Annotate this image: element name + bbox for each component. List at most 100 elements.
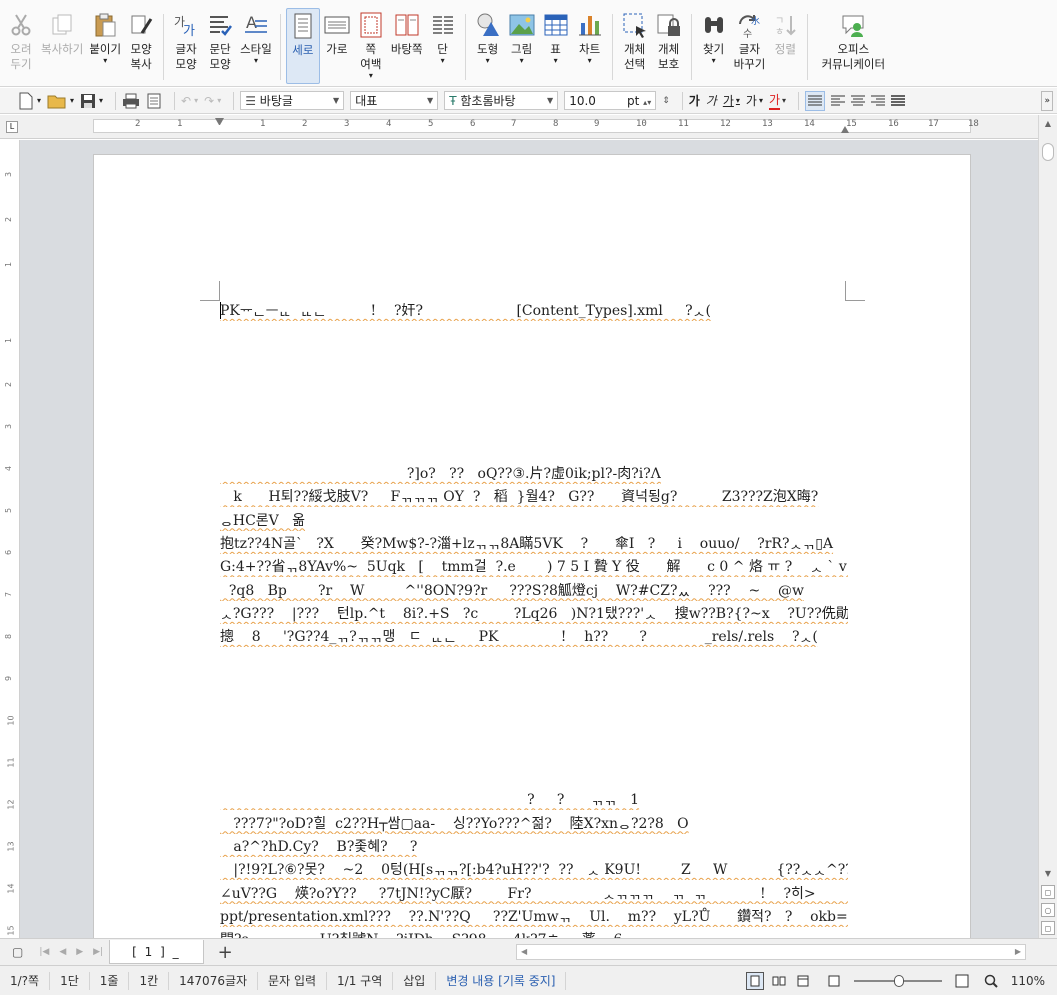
scroll-down-arrow-icon[interactable]: ▼ bbox=[1041, 867, 1055, 881]
status-track-changes[interactable]: 변경 내용 [기록 중지] bbox=[436, 971, 567, 990]
copy-button[interactable]: 복사하기 bbox=[38, 8, 86, 84]
align-justify-icon[interactable] bbox=[805, 90, 826, 111]
status-input-mode[interactable]: 문자 입력 bbox=[258, 971, 328, 990]
document-tab[interactable]: [ 1 ] _ bbox=[109, 940, 204, 964]
select-object-button[interactable]: 개체 선택 bbox=[618, 8, 652, 84]
italic-button[interactable]: 가 bbox=[706, 91, 717, 111]
zoom-slider[interactable] bbox=[853, 975, 942, 987]
scroll-up-arrow-icon[interactable]: ▲ bbox=[1041, 117, 1055, 131]
undo-icon[interactable]: ↶ ▾ bbox=[181, 91, 198, 111]
ruler-number: 10 bbox=[6, 715, 16, 726]
font-size-input[interactable]: 10.0 pt ▴▾ bbox=[564, 91, 657, 110]
char-shape-button[interactable]: 가가 글자 모양 bbox=[169, 8, 203, 84]
align-center-icon[interactable] bbox=[851, 91, 866, 111]
language-select[interactable]: 대표 ▼ bbox=[350, 91, 439, 110]
preview-icon[interactable] bbox=[146, 91, 162, 111]
chevron-down-icon: ▼ bbox=[427, 96, 434, 105]
align-left-icon[interactable] bbox=[831, 91, 846, 111]
paste-button[interactable]: 붙이기 ▾ bbox=[86, 8, 124, 84]
office-communicator-button[interactable]: 오피스 커뮤니케이터 bbox=[813, 8, 893, 84]
scroll-right-arrow-icon[interactable]: ▶ bbox=[1015, 947, 1021, 956]
distribute-icon[interactable] bbox=[891, 91, 906, 111]
prev-tab-arrow-icon[interactable]: ◀ bbox=[59, 947, 66, 957]
redo-icon[interactable]: ↷ ▾ bbox=[204, 91, 221, 111]
page-margin-dropdown-icon[interactable]: ▾ bbox=[369, 72, 373, 80]
page-view-icon[interactable] bbox=[745, 972, 764, 990]
master-page-button[interactable]: 바탕쪽 bbox=[388, 8, 426, 84]
first-tab-arrow-icon[interactable]: |◀ bbox=[39, 947, 49, 957]
indent-marker-right[interactable] bbox=[841, 126, 849, 133]
document-page[interactable]: PKᅲᆫᅳᆫᆫ ᆫᆫᆫ ! ?奸? [Content_Types].xml ?ᆺ… bbox=[93, 154, 971, 938]
style-select[interactable]: ☰ 바탕글 ▼ bbox=[240, 91, 345, 110]
svg-text:A: A bbox=[246, 13, 257, 32]
find-dropdown-icon[interactable]: ▾ bbox=[712, 57, 716, 65]
columns-dropdown-icon[interactable]: ▾ bbox=[441, 57, 445, 65]
status-insert-mode[interactable]: 삽입 bbox=[393, 971, 437, 990]
sort-button[interactable]: ㄱㅎ 정렬 bbox=[768, 8, 802, 84]
picture-dropdown-icon[interactable]: ▾ bbox=[520, 57, 524, 65]
ruler-number: 7 bbox=[511, 119, 517, 129]
portrait-button[interactable]: 세로 bbox=[285, 8, 320, 84]
last-tab-arrow-icon[interactable]: ▶| bbox=[93, 947, 103, 957]
status-page[interactable]: 1/?쪽 bbox=[0, 971, 51, 990]
replace-button[interactable]: 水수 글자 바꾸기 bbox=[731, 8, 769, 84]
vertical-ruler[interactable]: 3 2 1 1 2 3 4 5 6 7 8 9 10 11 12 13 14 15 bbox=[4, 140, 20, 938]
ruler-number: 4 bbox=[386, 119, 392, 129]
align-right-icon[interactable] bbox=[871, 91, 886, 111]
picture-button[interactable]: 그림 ▾ bbox=[505, 8, 539, 84]
next-tab-arrow-icon[interactable]: ▶ bbox=[76, 947, 83, 957]
toolbar-overflow-icon[interactable]: » bbox=[1041, 90, 1053, 111]
style-button[interactable]: A 스타일 ▾ bbox=[237, 8, 275, 84]
web-view-icon[interactable] bbox=[794, 972, 812, 990]
ruler-corner-icon[interactable]: L bbox=[6, 121, 18, 133]
style-dropdown-icon[interactable]: ▾ bbox=[254, 57, 258, 65]
zoom-level[interactable]: 110% bbox=[1003, 974, 1057, 988]
zoom-out-icon[interactable] bbox=[825, 972, 843, 990]
chart-dropdown-icon[interactable]: ▾ bbox=[588, 57, 592, 65]
format-copy-button[interactable]: 모양 복사 bbox=[124, 8, 158, 84]
horizontal-ruler[interactable]: L 2 1 1 2 3 4 5 6 7 8 9 10 11 12 13 14 15 16 17 18 bbox=[0, 115, 1057, 139]
open-folder-icon[interactable]: ▾ bbox=[47, 91, 74, 111]
chart-button[interactable]: 차트 ▾ bbox=[573, 8, 607, 84]
columns-button[interactable]: 단 ▾ bbox=[426, 8, 460, 84]
scroll-left-arrow-icon[interactable]: ◀ bbox=[521, 947, 527, 956]
size-stepper-icon[interactable]: ⇕ bbox=[662, 91, 670, 111]
select-browse-icon[interactable]: ○ bbox=[1041, 903, 1055, 917]
magnifier-icon[interactable] bbox=[982, 972, 1000, 990]
lock-icon bbox=[656, 12, 682, 38]
find-button[interactable]: 찾기 ▾ bbox=[697, 8, 731, 84]
ruler-number: 6 bbox=[470, 119, 476, 129]
spinner-icon[interactable]: ▴▾ bbox=[643, 98, 651, 107]
table-dropdown-icon[interactable]: ▾ bbox=[554, 57, 558, 65]
two-page-view-icon[interactable] bbox=[770, 972, 788, 990]
horizontal-scrollbar[interactable]: ◀ ▶ bbox=[516, 944, 1026, 960]
next-page-icon[interactable]: ◻ bbox=[1041, 921, 1055, 935]
page-margin-button[interactable]: 쪽 여백 ▾ bbox=[354, 8, 388, 84]
document-workarea[interactable]: PKᅲᆫᅳᆫᆫ ᆫᆫᆫ ! ?奸? [Content_Types].xml ?ᆺ… bbox=[20, 140, 1038, 938]
scroll-thumb[interactable] bbox=[1042, 143, 1054, 161]
landscape-button[interactable]: 가로 bbox=[320, 8, 354, 84]
cut-button[interactable]: 오려 두기 bbox=[4, 8, 38, 84]
save-icon[interactable]: ▾ bbox=[80, 91, 103, 111]
underline-button[interactable]: 가 ▾ bbox=[723, 91, 740, 111]
strike-button[interactable]: 가 ▾ bbox=[746, 91, 763, 111]
print-icon[interactable] bbox=[122, 91, 140, 111]
font-color-button[interactable]: 가 ▾ bbox=[768, 91, 786, 111]
font-color-label: 가 bbox=[768, 91, 781, 110]
bold-button[interactable]: 가 bbox=[689, 91, 700, 111]
paste-dropdown-icon[interactable]: ▾ bbox=[103, 57, 107, 65]
font-select[interactable]: Ŧ 함초롬바탕 ▼ bbox=[444, 91, 559, 110]
add-tab-button[interactable]: + bbox=[218, 942, 233, 963]
new-document-icon[interactable]: ▾ bbox=[18, 91, 41, 111]
zoom-slider-knob[interactable] bbox=[893, 975, 904, 987]
shape-dropdown-icon[interactable]: ▾ bbox=[486, 57, 490, 65]
zoom-in-icon[interactable] bbox=[953, 972, 971, 990]
memo-icon[interactable]: ▢ bbox=[12, 945, 23, 959]
table-button[interactable]: 표 ▾ bbox=[539, 8, 573, 84]
vertical-scrollbar[interactable]: ▲ ▼ ◻ ○ ◻ bbox=[1038, 115, 1057, 938]
shape-button[interactable]: 도형 ▾ bbox=[471, 8, 505, 84]
protect-object-button[interactable]: 개체 보호 bbox=[652, 8, 686, 84]
prev-page-icon[interactable]: ◻ bbox=[1041, 885, 1055, 899]
indent-marker-left[interactable] bbox=[215, 118, 224, 136]
para-shape-button[interactable]: 문단 모양 bbox=[203, 8, 237, 84]
